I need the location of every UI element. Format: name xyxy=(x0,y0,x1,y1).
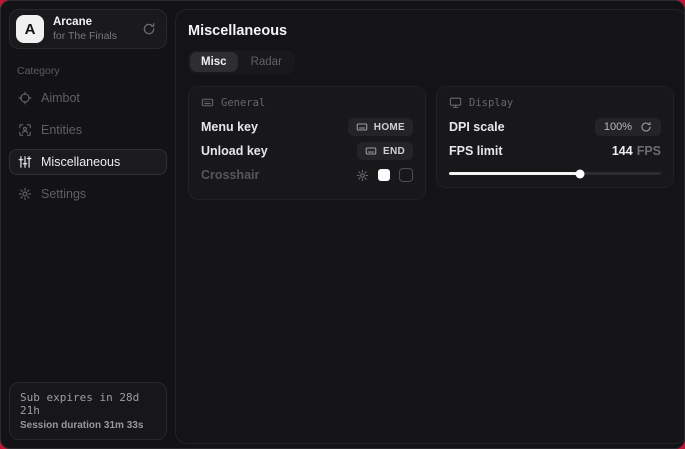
main-panel: Miscellaneous Misc Radar General xyxy=(175,9,685,444)
fps-limit-value: 144 xyxy=(612,144,633,158)
cards-row: General Menu key HOME Unload key xyxy=(188,86,674,200)
tab-bar: Misc Radar xyxy=(188,50,295,74)
app-window: A Arcane for The Finals Category Aimbot xyxy=(0,0,685,449)
app-name: Arcane xyxy=(53,16,133,29)
fps-slider-thumb[interactable] xyxy=(576,169,585,178)
display-card-title: Display xyxy=(469,97,513,109)
crosshair-icon xyxy=(18,91,32,105)
crosshair-checkbox[interactable] xyxy=(399,168,413,182)
dpi-scale-value: 100% xyxy=(604,121,632,133)
gear-icon xyxy=(18,187,32,201)
page-title: Miscellaneous xyxy=(188,23,674,39)
fps-slider-fill xyxy=(449,172,580,175)
reset-icon[interactable] xyxy=(640,121,652,133)
sidebar: A Arcane for The Finals Category Aimbot xyxy=(1,1,175,448)
sidebar-item-label: Settings xyxy=(41,187,86,201)
tab-radar[interactable]: Radar xyxy=(240,52,293,72)
general-card: General Menu key HOME Unload key xyxy=(188,86,426,200)
category-label: Category xyxy=(17,65,167,77)
keyboard-icon xyxy=(356,121,368,133)
tab-misc[interactable]: Misc xyxy=(190,52,238,72)
unload-key-row: Unload key END xyxy=(201,139,413,163)
unload-key-value: END xyxy=(383,146,405,157)
dpi-scale-select[interactable]: 100% xyxy=(595,118,661,136)
app-logo: A xyxy=(16,15,44,43)
keyboard-icon xyxy=(201,96,214,109)
fps-limit-slider[interactable] xyxy=(449,172,661,175)
sidebar-item-aimbot[interactable]: Aimbot xyxy=(9,85,167,111)
unload-key-label: Unload key xyxy=(201,144,268,158)
crosshair-row: Crosshair xyxy=(201,163,413,187)
fps-limit-row: FPS limit 144 FPS xyxy=(449,139,661,163)
subscription-card: Sub expires in 28d 21h Session duration … xyxy=(9,382,167,440)
crosshair-color-swatch[interactable] xyxy=(378,169,390,181)
sync-icon[interactable] xyxy=(142,22,156,36)
unload-key-button[interactable]: END xyxy=(357,142,413,160)
sidebar-item-label: Aimbot xyxy=(41,91,80,105)
sidebar-item-label: Entities xyxy=(41,123,82,137)
entities-icon xyxy=(18,123,32,137)
monitor-icon xyxy=(449,96,462,109)
session-duration-text: Session duration 31m 33s xyxy=(20,420,156,431)
fps-limit-label: FPS limit xyxy=(449,144,502,158)
dpi-scale-label: DPI scale xyxy=(449,120,505,134)
display-card: Display DPI scale 100% FPS limit xyxy=(436,86,674,188)
dpi-scale-row: DPI scale 100% xyxy=(449,115,661,139)
crosshair-settings-gear-icon[interactable] xyxy=(356,169,369,182)
sidebar-item-settings[interactable]: Settings xyxy=(9,181,167,207)
sidebar-item-entities[interactable]: Entities xyxy=(9,117,167,143)
sub-expiry-text: Sub expires in 28d 21h xyxy=(20,391,156,417)
keyboard-icon xyxy=(365,145,377,157)
sliders-icon xyxy=(18,155,32,169)
menu-key-value: HOME xyxy=(374,122,405,133)
menu-key-label: Menu key xyxy=(201,120,258,134)
sidebar-item-label: Miscellaneous xyxy=(41,155,120,169)
logo-card: A Arcane for The Finals xyxy=(9,9,167,49)
general-card-title: General xyxy=(221,97,265,109)
menu-key-button[interactable]: HOME xyxy=(348,118,413,136)
crosshair-label: Crosshair xyxy=(201,168,259,182)
app-subtitle: for The Finals xyxy=(53,30,133,42)
menu-key-row: Menu key HOME xyxy=(201,115,413,139)
sidebar-item-miscellaneous[interactable]: Miscellaneous xyxy=(9,149,167,175)
fps-limit-unit: FPS xyxy=(637,144,661,158)
